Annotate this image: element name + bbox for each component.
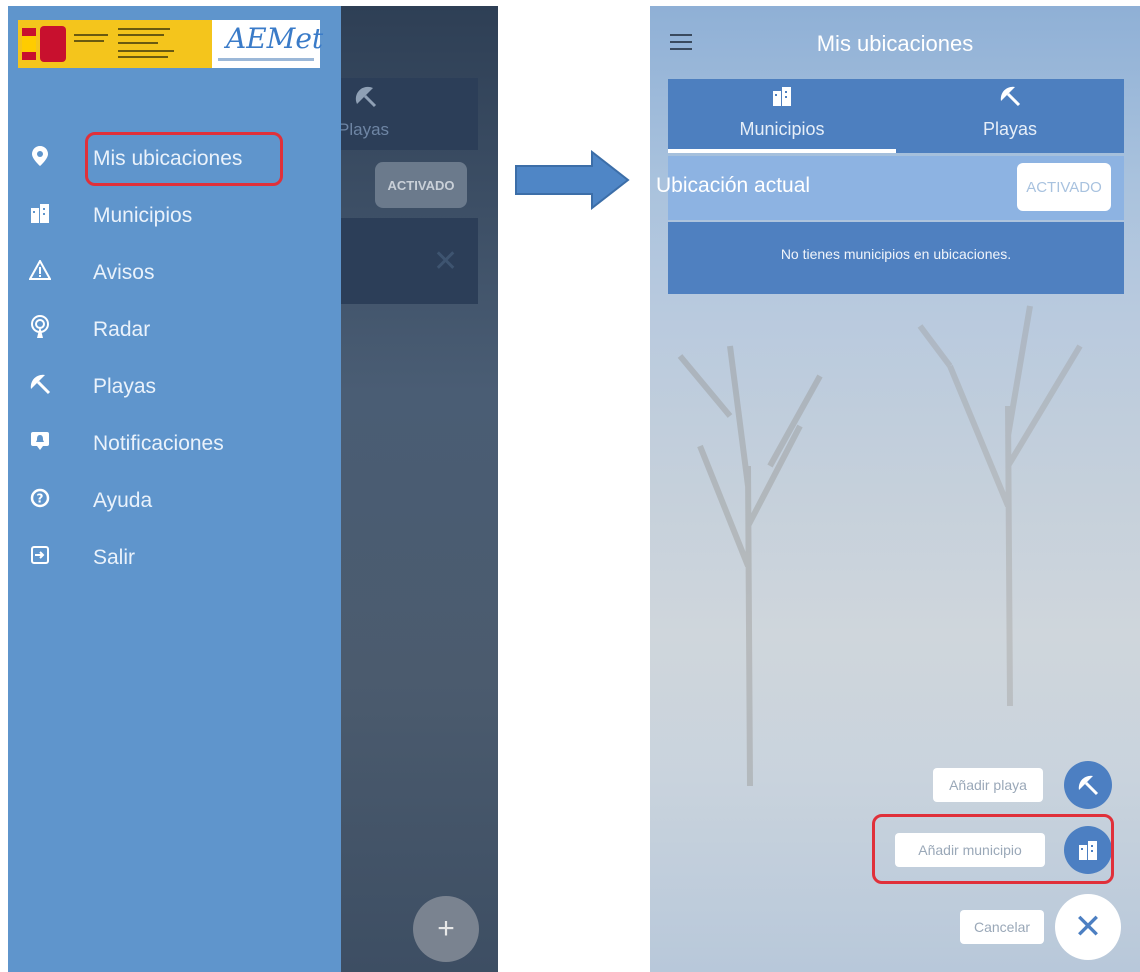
menu-item-label: Salir	[93, 546, 136, 569]
tab-playas[interactable]: Playas	[896, 79, 1124, 153]
beach-umbrella-icon	[353, 84, 383, 114]
city-buildings-icon	[25, 202, 55, 230]
close-icon: ✕	[433, 245, 459, 278]
left-phone-screen: Playas ACTIVADO ✕ + AEMet Mis ubicacione…	[8, 6, 498, 972]
add-beach-button[interactable]	[1064, 761, 1112, 809]
menu-item-label: Ayuda	[93, 489, 153, 512]
flag-icon	[22, 28, 36, 60]
tab-bar: Municipios Playas	[668, 79, 1124, 153]
exit-icon	[25, 545, 55, 571]
tree-background-image	[677, 345, 823, 786]
right-phone-screen: Mis ubicaciones Municipios Playas Ubicac…	[650, 6, 1140, 972]
radar-icon	[25, 315, 55, 345]
menu-item-label: Notificaciones	[93, 432, 224, 455]
tab-label: Playas	[982, 119, 1038, 139]
menu-item-notificaciones[interactable]: Notificaciones	[8, 415, 341, 473]
menu-item-municipios[interactable]: Municipios	[8, 187, 341, 245]
warning-triangle-icon	[25, 258, 55, 286]
svg-text:?: ?	[37, 492, 44, 506]
menu-item-label: Municipios	[93, 204, 193, 227]
close-fab-button[interactable]: ✕	[1055, 894, 1121, 960]
empty-state-message: No tienes municipios en ubicaciones.	[780, 246, 1012, 262]
beach-umbrella-icon	[1078, 775, 1099, 796]
menu-item-label: Playas	[93, 375, 157, 398]
current-location-label: Ubicación actual	[656, 174, 811, 197]
aemet-brand-text: AEMet	[226, 22, 324, 55]
menu-item-playas[interactable]: Playas	[8, 358, 341, 416]
add-beach-label[interactable]: Añadir playa	[933, 768, 1043, 802]
notification-bell-icon	[25, 431, 55, 457]
tree-background-image	[917, 305, 1083, 706]
page-title: Mis ubicaciones	[816, 31, 974, 56]
aemet-logo-icon: AEMet	[18, 20, 324, 68]
aemet-brand: AEMet	[212, 20, 324, 68]
cancel-label[interactable]: Cancelar	[960, 910, 1044, 944]
menu-item-avisos[interactable]: Avisos	[8, 244, 341, 302]
tab-label: Municipios	[739, 119, 825, 139]
tab-municipios[interactable]: Municipios	[668, 79, 896, 153]
background-screen-dimmed	[338, 6, 498, 972]
help-icon: ?	[25, 488, 55, 514]
active-tab-indicator	[668, 149, 896, 153]
highlight-add-municipality	[872, 814, 1114, 884]
menu-item-radar[interactable]: Radar	[8, 301, 341, 359]
crest-icon	[40, 26, 66, 62]
beach-umbrella-icon	[25, 373, 55, 401]
beach-umbrella-icon	[896, 85, 1124, 113]
activado-toggle-button[interactable]: ACTIVADO	[1017, 163, 1111, 211]
right-arrow-icon	[512, 149, 632, 211]
navigation-drawer: AEMet Mis ubicaciones Municipios Avisos	[8, 6, 341, 972]
behind-activado-button: ACTIVADO	[375, 162, 467, 208]
close-icon: ✕	[1073, 908, 1103, 946]
government-logo-icon	[18, 20, 212, 68]
menu-item-label: Avisos	[93, 261, 155, 284]
menu-item-ayuda[interactable]: ? Ayuda	[8, 472, 341, 530]
add-fab-button: +	[413, 896, 479, 962]
highlight-mis-ubicaciones	[85, 132, 283, 186]
behind-tab-label: Playas	[338, 120, 390, 139]
location-pin-icon	[25, 145, 55, 173]
city-buildings-icon	[668, 85, 896, 113]
menu-item-salir[interactable]: Salir	[8, 529, 341, 587]
menu-item-label: Radar	[93, 318, 151, 341]
